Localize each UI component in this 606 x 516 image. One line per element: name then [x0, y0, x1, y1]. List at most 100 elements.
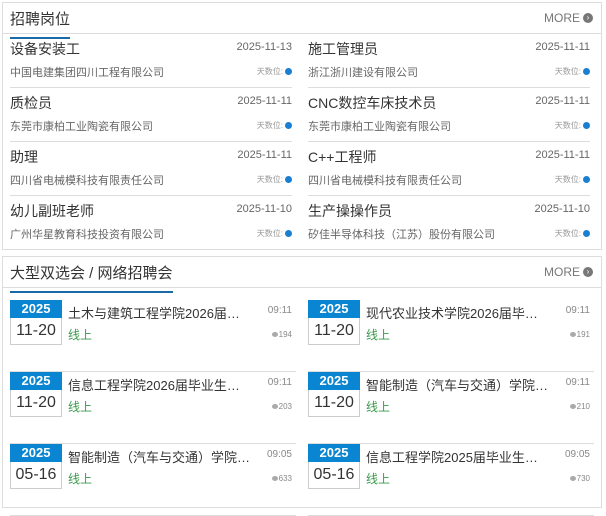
job-item[interactable]: 质检员 2025-11-11 东莞市康柏工业陶瓷有限公司 天数位: [10, 88, 292, 142]
globe-icon [285, 68, 292, 75]
jobs-panel: 招聘岗位 MORE › 设备安装工 2025-11-13 中国电建集团四川工程有限… [2, 2, 602, 250]
job-date: 2025-11-10 [236, 203, 292, 215]
eye-icon [271, 332, 278, 337]
job-date: 2025-11-10 [534, 203, 590, 215]
job-meta-label: 天数位: [256, 121, 283, 130]
job-company[interactable]: 东莞市康柏工业陶瓷有限公司 [308, 118, 451, 134]
fair-time: 09:11 [267, 305, 292, 316]
job-date: 2025-11-11 [535, 95, 590, 107]
job-company[interactable]: 中国电建集团四川工程有限公司 [10, 64, 164, 80]
job-company[interactable]: 东莞市康柏工业陶瓷有限公司 [10, 118, 153, 134]
job-meta-label: 天数位: [554, 229, 581, 238]
job-meta: 天数位: [257, 228, 292, 239]
job-item[interactable]: 助理 2025-11-11 四川省电械模科技有限责任公司 天数位: [10, 142, 292, 196]
fair-item[interactable]: 2025 05-16 信息工程学院2025届毕业生网络双选会 09:05 线上 … [308, 444, 594, 516]
job-company[interactable]: 四川省电械模科技有限责任公司 [10, 172, 164, 188]
globe-icon [583, 176, 590, 183]
fairs-panel: 大型双选会 / 网络招聘会 MORE › 2025 11-20 土木与建筑工程学院… [2, 256, 602, 516]
fair-day: 11-20 [10, 318, 62, 345]
job-item[interactable]: 施工管理员 2025-11-11 浙江浙川建设有限公司 天数位: [308, 34, 590, 88]
fair-year: 2025 [308, 444, 360, 462]
fair-item[interactable]: 2025 11-20 信息工程学院2026届毕业生网络双选会 09:11 线上 … [10, 372, 296, 444]
job-meta-label: 天数位: [554, 175, 581, 184]
fair-title[interactable]: 土木与建筑工程学院2026届毕业生网络双选会 [68, 303, 252, 322]
job-meta: 天数位: [257, 174, 292, 185]
fair-year: 2025 [10, 444, 62, 462]
fair-item[interactable]: 2025 05-16 智能制造（汽车与交通）学院2025届毕业生网络双选会 09… [10, 444, 296, 516]
fairs-more-link[interactable]: MORE › [544, 265, 593, 279]
job-meta-label: 天数位: [554, 121, 581, 130]
job-title[interactable]: 质检员 [10, 93, 52, 113]
globe-icon [285, 230, 292, 237]
job-item[interactable]: 生产操操作员 2025-11-10 矽佳半导体科技（江苏）股份有限公司 天数位: [308, 196, 590, 250]
eye-icon [271, 404, 278, 409]
fair-year: 2025 [10, 300, 62, 318]
globe-icon [285, 176, 292, 183]
fair-views: 730 [569, 474, 590, 483]
fair-item[interactable]: 2025 11-20 现代农业技术学院2026届毕业生网络双选会 09:11 线… [308, 300, 594, 372]
view-count: 210 [576, 402, 590, 411]
fair-mode: 线上 [366, 328, 391, 342]
fair-time: 09:05 [266, 449, 292, 460]
fair-year: 2025 [10, 372, 62, 390]
eye-icon [569, 476, 576, 481]
globe-icon [583, 122, 590, 129]
fair-views: 191 [569, 330, 590, 339]
fair-time: 09:11 [565, 305, 590, 316]
fair-time: 09:11 [565, 377, 590, 388]
more-label: MORE [544, 265, 580, 279]
fair-title[interactable]: 信息工程学院2025届毕业生网络双选会 [366, 447, 550, 466]
fair-title[interactable]: 智能制造（汽车与交通）学院2025届毕业生网络双选会 [68, 447, 252, 466]
fair-mode: 线上 [366, 400, 391, 414]
eye-icon [569, 404, 576, 409]
view-count: 191 [576, 330, 590, 339]
fair-title[interactable]: 信息工程学院2026届毕业生网络双选会 [68, 375, 252, 394]
jobs-header: 招聘岗位 MORE › [3, 3, 601, 39]
job-meta: 天数位: [257, 120, 292, 131]
job-meta-label: 天数位: [256, 229, 283, 238]
job-company[interactable]: 四川省电械模科技有限责任公司 [308, 172, 462, 188]
job-meta-label: 天数位: [256, 67, 283, 76]
job-title[interactable]: 助理 [10, 147, 38, 167]
job-title[interactable]: 设备安装工 [10, 39, 80, 59]
job-date: 2025-11-11 [237, 95, 292, 107]
jobs-more-link[interactable]: MORE › [544, 11, 593, 25]
job-meta-label: 天数位: [554, 67, 581, 76]
eye-icon [569, 332, 576, 337]
fair-mode: 线上 [68, 328, 93, 342]
fair-title[interactable]: 现代农业技术学院2026届毕业生网络双选会 [366, 303, 550, 322]
chevron-right-icon: › [583, 13, 593, 23]
job-meta: 天数位: [555, 120, 590, 131]
view-count: 730 [576, 474, 590, 483]
job-title[interactable]: 施工管理员 [308, 39, 378, 59]
fair-title[interactable]: 智能制造（汽车与交通）学院2026届毕业生网络双选会 [366, 375, 550, 394]
job-item[interactable]: C++工程师 2025-11-11 四川省电械模科技有限责任公司 天数位: [308, 142, 590, 196]
job-company[interactable]: 浙江浙川建设有限公司 [308, 64, 418, 80]
job-company[interactable]: 矽佳半导体科技（江苏）股份有限公司 [308, 226, 495, 242]
job-item[interactable]: 设备安装工 2025-11-13 中国电建集团四川工程有限公司 天数位: [10, 34, 292, 88]
job-item[interactable]: 幼儿副班老师 2025-11-10 广州华星教育科技投资有限公司 天数位: [10, 196, 292, 250]
job-title[interactable]: 幼儿副班老师 [10, 201, 94, 221]
fair-views: 633 [271, 474, 292, 483]
job-title[interactable]: C++工程师 [308, 147, 376, 167]
view-count: 203 [278, 402, 292, 411]
globe-icon [583, 230, 590, 237]
job-meta: 天数位: [257, 66, 292, 77]
job-title[interactable]: CNC数控车床技术员 [308, 93, 436, 113]
job-date: 2025-11-13 [236, 41, 292, 53]
job-date: 2025-11-11 [535, 41, 590, 53]
fair-day: 05-16 [308, 462, 360, 489]
fair-year: 2025 [308, 300, 360, 318]
job-title[interactable]: 生产操操作员 [308, 201, 392, 221]
fair-mode: 线上 [68, 472, 93, 486]
job-date: 2025-11-11 [237, 149, 292, 161]
fair-item[interactable]: 2025 11-20 土木与建筑工程学院2026届毕业生网络双选会 09:11 … [10, 300, 296, 372]
fair-day: 11-20 [308, 390, 360, 417]
chevron-right-icon: › [583, 267, 593, 277]
job-meta: 天数位: [555, 66, 590, 77]
fair-day: 11-20 [10, 390, 62, 417]
job-item[interactable]: CNC数控车床技术员 2025-11-11 东莞市康柏工业陶瓷有限公司 天数位: [308, 88, 590, 142]
fair-item[interactable]: 2025 11-20 智能制造（汽车与交通）学院2026届毕业生网络双选会 09… [308, 372, 594, 444]
fair-day: 05-16 [10, 462, 62, 489]
job-company[interactable]: 广州华星教育科技投资有限公司 [10, 226, 164, 242]
